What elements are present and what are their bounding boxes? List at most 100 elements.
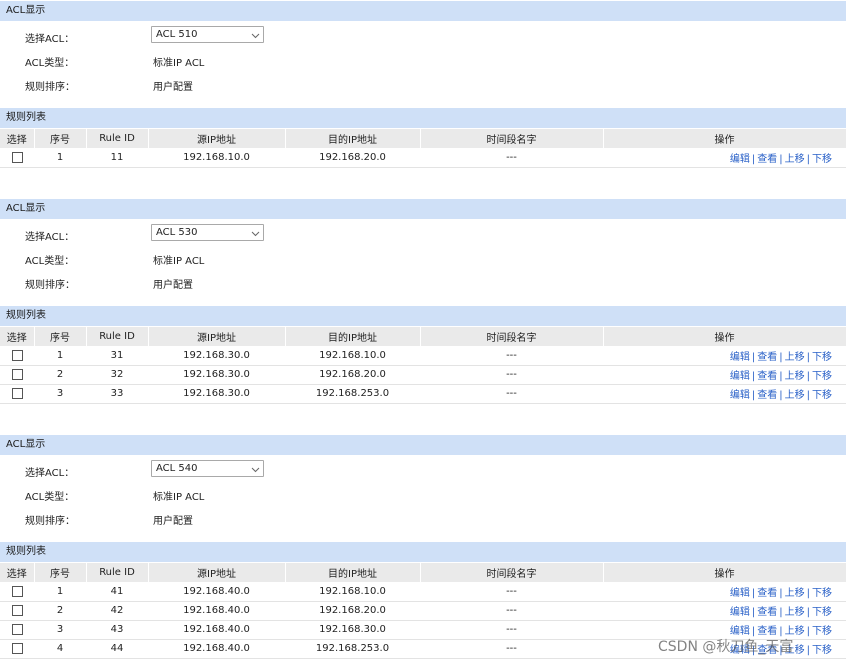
- cell-rule-id: 11: [86, 148, 148, 168]
- table-row: 2 42 192.168.40.0 192.168.20.0 --- 编辑 | 查看…: [0, 601, 846, 621]
- cell-seq: 2: [34, 365, 86, 385]
- cell-seq: 3: [34, 384, 86, 404]
- rule-order-value: 用户配置: [153, 516, 193, 527]
- select-acl-row: 选择ACL： ACL 540: [0, 460, 846, 482]
- acl-select[interactable]: ACL 510: [151, 26, 264, 43]
- cell-dst-ip: 192.168.30.0: [285, 620, 420, 640]
- move-down-link[interactable]: 下移: [812, 352, 832, 363]
- move-up-link[interactable]: 上移: [785, 390, 805, 401]
- cell-time-range: ---: [420, 639, 603, 659]
- col-rule-id: Rule ID: [86, 129, 149, 148]
- row-checkbox[interactable]: [11, 623, 23, 635]
- select-acl-row: 选择ACL： ACL 530: [0, 224, 846, 246]
- acl-type-label: ACL类型：: [25, 256, 75, 267]
- acl-select-value: ACL 510: [156, 29, 198, 40]
- move-up-link[interactable]: 上移: [785, 371, 805, 382]
- move-down-link[interactable]: 下移: [812, 645, 832, 656]
- row-checkbox[interactable]: [11, 368, 23, 380]
- row-checkbox[interactable]: [11, 349, 23, 361]
- table-header-row: 选择 序号 Rule ID 源IP地址 目的IP地址 时间段名字 操作: [0, 327, 847, 346]
- table-row: 1 41 192.168.40.0 192.168.10.0 --- 编辑 | 查看…: [0, 582, 846, 602]
- cell-actions: 编辑 | 查看 | 上移 | 下移: [603, 384, 846, 404]
- move-down-link[interactable]: 下移: [812, 390, 832, 401]
- cell-src-ip: 192.168.40.0: [148, 601, 285, 621]
- move-down-link[interactable]: 下移: [812, 154, 832, 165]
- view-link[interactable]: 查看: [757, 390, 777, 401]
- edit-link[interactable]: 编辑: [730, 607, 750, 618]
- cell-dst-ip: 192.168.10.0: [285, 346, 420, 366]
- cell-time-range: ---: [420, 620, 603, 640]
- col-src-ip: 源IP地址: [148, 327, 286, 346]
- cell-rule-id: 42: [86, 601, 148, 621]
- row-checkbox[interactable]: [11, 151, 23, 163]
- acl-select-value: ACL 530: [156, 227, 198, 238]
- acl-select[interactable]: ACL 540: [151, 460, 264, 477]
- col-dst-ip: 目的IP地址: [285, 129, 421, 148]
- row-checkbox[interactable]: [11, 387, 23, 399]
- move-down-link[interactable]: 下移: [812, 607, 832, 618]
- move-up-link[interactable]: 上移: [785, 352, 805, 363]
- view-link[interactable]: 查看: [757, 352, 777, 363]
- move-up-link[interactable]: 上移: [785, 154, 805, 165]
- acl-type-row: ACL类型： 标准IP ACL: [0, 50, 846, 72]
- rules-table: 选择 序号 Rule ID 源IP地址 目的IP地址 时间段名字 操作 1 11…: [0, 129, 847, 168]
- edit-link[interactable]: 编辑: [730, 371, 750, 382]
- view-link[interactable]: 查看: [757, 154, 777, 165]
- acl-type-row: ACL类型： 标准IP ACL: [0, 484, 846, 506]
- cell-dst-ip: 192.168.253.0: [285, 639, 420, 659]
- col-dst-ip: 目的IP地址: [285, 563, 421, 582]
- col-src-ip: 源IP地址: [148, 129, 286, 148]
- cell-actions: 编辑 | 查看 | 上移 | 下移: [603, 601, 846, 621]
- cell-rule-id: 41: [86, 582, 148, 602]
- cell-src-ip: 192.168.30.0: [148, 365, 285, 385]
- rule-order-label: 规则排序：: [25, 280, 75, 291]
- move-up-link[interactable]: 上移: [785, 607, 805, 618]
- cell-time-range: ---: [420, 601, 603, 621]
- acl-type-label: ACL类型：: [25, 492, 75, 503]
- table-row: 1 11 192.168.10.0 192.168.20.0 --- 编辑 | 查看…: [0, 148, 846, 168]
- cell-time-range: ---: [420, 365, 603, 385]
- view-link[interactable]: 查看: [757, 588, 777, 599]
- cell-seq: 4: [34, 639, 86, 659]
- move-down-link[interactable]: 下移: [812, 371, 832, 382]
- cell-actions: 编辑 | 查看 | 上移 | 下移: [603, 582, 846, 602]
- acl-type-value: 标准IP ACL: [153, 256, 205, 267]
- cell-src-ip: 192.168.40.0: [148, 639, 285, 659]
- table-header-row: 选择 序号 Rule ID 源IP地址 目的IP地址 时间段名字 操作: [0, 563, 847, 582]
- move-down-link[interactable]: 下移: [812, 588, 832, 599]
- cell-seq: 1: [34, 346, 86, 366]
- acl-type-value: 标准IP ACL: [153, 492, 205, 503]
- edit-link[interactable]: 编辑: [730, 154, 750, 165]
- cell-dst-ip: 192.168.20.0: [285, 365, 420, 385]
- col-time-range: 时间段名字: [420, 129, 604, 148]
- row-checkbox[interactable]: [11, 585, 23, 597]
- rule-order-value: 用户配置: [153, 82, 193, 93]
- chevron-down-icon: [251, 465, 260, 474]
- acl-select[interactable]: ACL 530: [151, 224, 264, 241]
- cell-src-ip: 192.168.40.0: [148, 620, 285, 640]
- col-actions: 操作: [603, 327, 847, 346]
- cell-dst-ip: 192.168.253.0: [285, 384, 420, 404]
- col-src-ip: 源IP地址: [148, 563, 286, 582]
- cell-actions: 编辑 | 查看 | 上移 | 下移: [603, 365, 846, 385]
- edit-link[interactable]: 编辑: [730, 588, 750, 599]
- rule-list-title: 规则列表: [0, 108, 846, 128]
- cell-src-ip: 192.168.30.0: [148, 384, 285, 404]
- move-down-link[interactable]: 下移: [812, 626, 832, 637]
- view-link[interactable]: 查看: [757, 607, 777, 618]
- acl-display-title: ACL显示: [0, 1, 846, 21]
- rule-order-label: 规则排序：: [25, 82, 75, 93]
- view-link[interactable]: 查看: [757, 371, 777, 382]
- col-dst-ip: 目的IP地址: [285, 327, 421, 346]
- rule-list-title: 规则列表: [0, 306, 846, 326]
- row-checkbox[interactable]: [11, 642, 23, 654]
- cell-rule-id: 43: [86, 620, 148, 640]
- move-up-link[interactable]: 上移: [785, 588, 805, 599]
- acl-select-value: ACL 540: [156, 463, 198, 474]
- edit-link[interactable]: 编辑: [730, 352, 750, 363]
- rule-order-row: 规则排序： 用户配置: [0, 74, 846, 96]
- rule-order-value: 用户配置: [153, 280, 193, 291]
- cell-rule-id: 32: [86, 365, 148, 385]
- row-checkbox[interactable]: [11, 604, 23, 616]
- edit-link[interactable]: 编辑: [730, 390, 750, 401]
